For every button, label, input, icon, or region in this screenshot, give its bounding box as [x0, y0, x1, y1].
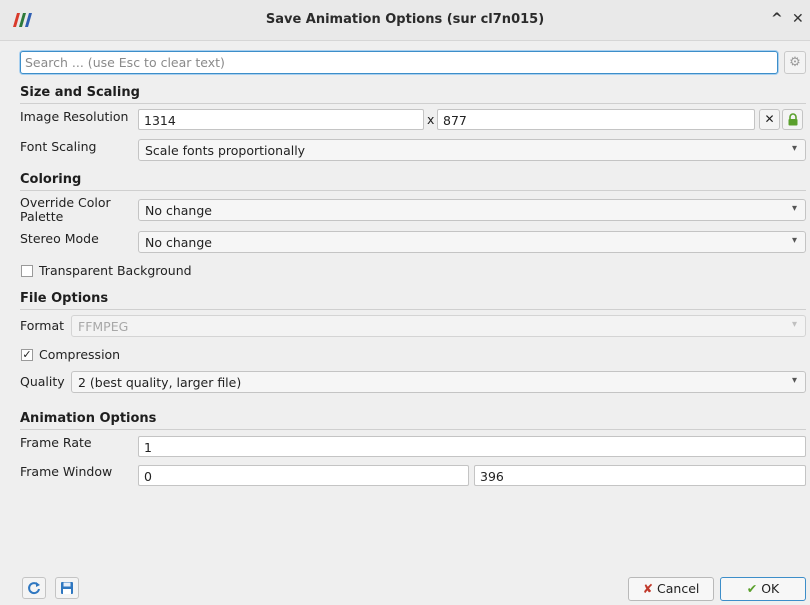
- reset-icon: [28, 582, 40, 595]
- quality-value: 2 (best quality, larger file): [78, 375, 242, 390]
- section-coloring: Coloring: [20, 172, 806, 191]
- compression-label: Compression: [39, 347, 121, 362]
- resolution-height-input[interactable]: 877: [437, 109, 755, 130]
- window-title: Save Animation Options (sur cl7n015): [265, 12, 545, 27]
- resolution-width-input[interactable]: 1314: [138, 109, 424, 130]
- minimize-icon[interactable]: ^: [771, 11, 783, 27]
- chevron-down-icon: ▾: [791, 375, 797, 386]
- lock-aspect-button[interactable]: [782, 109, 803, 130]
- format-value: FFMPEG: [78, 319, 129, 334]
- floppy-disk-icon: [61, 582, 73, 594]
- frame-window-label: Frame Window: [20, 464, 113, 479]
- section-file-options: File Options: [20, 291, 806, 310]
- font-scaling-value: Scale fonts proportionally: [145, 143, 306, 158]
- chevron-down-icon: ▾: [791, 319, 797, 330]
- cancel-x-icon: ✘: [642, 581, 654, 596]
- frame-rate-label: Frame Rate: [20, 435, 92, 450]
- save-settings-button[interactable]: [55, 577, 79, 599]
- frame-rate-input[interactable]: 1: [138, 436, 806, 457]
- title-bar: Save Animation Options (sur cl7n015) ^ ✕: [0, 0, 810, 41]
- cancel-button[interactable]: ✘ Cancel: [628, 577, 714, 601]
- chevron-down-icon: ▾: [791, 203, 797, 214]
- close-icon[interactable]: ✕: [792, 11, 804, 27]
- ok-button[interactable]: ✔ OK: [720, 577, 806, 601]
- reduce-resolution-button[interactable]: ✕: [759, 109, 780, 130]
- stereo-mode-value: No change: [145, 235, 212, 250]
- compression-checkbox[interactable]: ✓: [21, 349, 33, 361]
- advanced-properties-gear-icon[interactable]: ⚙: [784, 51, 806, 74]
- transparent-background-checkbox[interactable]: [21, 265, 33, 277]
- font-scaling-select[interactable]: Scale fonts proportionally ▾: [138, 139, 806, 161]
- chevron-down-icon: ▾: [791, 235, 797, 246]
- image-resolution-label: Image Resolution: [20, 109, 129, 124]
- override-palette-select[interactable]: No change ▾: [138, 199, 806, 221]
- font-scaling-label: Font Scaling: [20, 139, 97, 154]
- section-size-scaling: Size and Scaling: [20, 85, 806, 104]
- search-box[interactable]: [20, 51, 778, 74]
- frame-window-start-input[interactable]: 0: [138, 465, 469, 486]
- search-input[interactable]: [25, 54, 765, 70]
- stereo-mode-select[interactable]: No change ▾: [138, 231, 806, 253]
- format-label: Format: [20, 318, 65, 333]
- override-palette-value: No change: [145, 203, 212, 218]
- quality-label: Quality: [20, 374, 65, 389]
- resolution-separator: x: [427, 112, 435, 127]
- frame-window-end-input[interactable]: 396: [474, 465, 806, 486]
- reset-button[interactable]: [22, 577, 46, 599]
- section-animation-options: Animation Options: [20, 411, 806, 430]
- chevron-down-icon: ▾: [791, 143, 797, 154]
- transparent-background-label: Transparent Background: [39, 263, 192, 278]
- stereo-mode-label: Stereo Mode: [20, 231, 99, 246]
- ok-check-icon: ✔: [746, 581, 758, 596]
- override-palette-label: Override Color Palette: [20, 195, 111, 224]
- lock-icon: [788, 113, 797, 126]
- format-select[interactable]: FFMPEG ▾: [71, 315, 806, 337]
- cancel-label: Cancel: [657, 581, 700, 596]
- quality-select[interactable]: 2 (best quality, larger file) ▾: [71, 371, 806, 393]
- multiply-icon: ✕: [764, 112, 775, 126]
- ok-label: OK: [761, 581, 780, 596]
